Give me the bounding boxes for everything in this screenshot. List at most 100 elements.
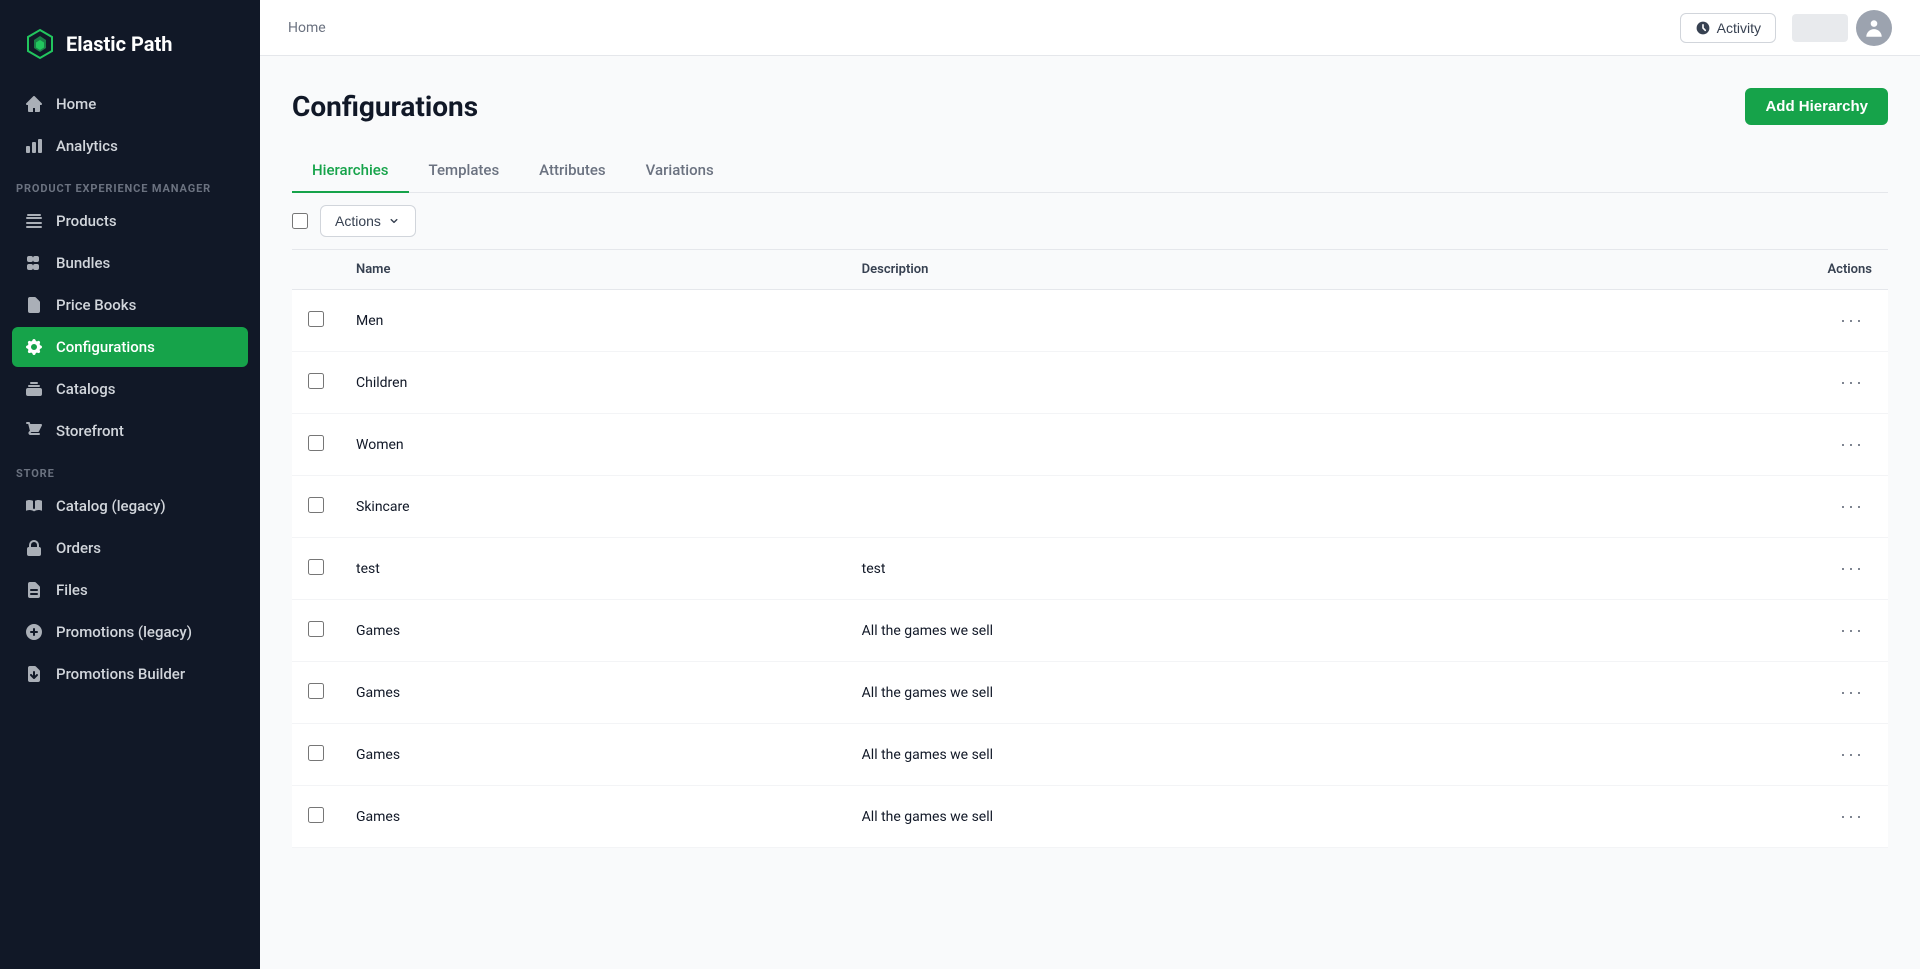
row-checkbox-5[interactable] <box>308 621 324 637</box>
row-checkbox-cell <box>292 662 340 724</box>
sidebar-item-orders[interactable]: Orders <box>12 528 248 568</box>
avatar-group <box>1792 10 1892 46</box>
table-header-row: Name Description Actions <box>292 250 1888 290</box>
chevron-down-icon <box>387 214 401 228</box>
tab-variations[interactable]: Variations <box>626 149 734 193</box>
actions-label: Actions <box>335 213 381 229</box>
add-hierarchy-button[interactable]: Add Hierarchy <box>1745 88 1888 125</box>
page-header: Configurations Add Hierarchy <box>292 88 1888 125</box>
sidebar-item-analytics-label: Analytics <box>56 137 118 155</box>
row-checkbox-0[interactable] <box>308 311 324 327</box>
avatar-icon <box>1863 17 1885 39</box>
select-all-checkbox[interactable] <box>292 213 308 229</box>
promotions-legacy-icon <box>24 622 44 642</box>
row-more-button-3[interactable]: ··· <box>1832 492 1872 521</box>
logo-text: Elastic Path <box>66 32 172 56</box>
row-more-button-5[interactable]: ··· <box>1832 616 1872 645</box>
row-more-button-1[interactable]: ··· <box>1832 368 1872 397</box>
promotions-builder-icon <box>24 664 44 684</box>
row-description-2 <box>846 414 1812 476</box>
row-actions-cell-7: ··· <box>1811 724 1888 786</box>
sidebar-item-price-books-label: Price Books <box>56 296 136 314</box>
table-row: Children ··· <box>292 352 1888 414</box>
sidebar-item-home[interactable]: Home <box>12 84 248 124</box>
content: Configurations Add Hierarchy Hierarchies… <box>260 56 1920 969</box>
row-more-button-6[interactable]: ··· <box>1832 678 1872 707</box>
hierarchies-table: Name Description Actions Men ··· Childre… <box>292 249 1888 848</box>
sidebar-item-catalog-legacy-label: Catalog (legacy) <box>56 497 166 515</box>
breadcrumb: Home <box>288 20 326 36</box>
row-name-2: Women <box>340 414 846 476</box>
table-row: Skincare ··· <box>292 476 1888 538</box>
page-title: Configurations <box>292 90 478 123</box>
activity-icon <box>1695 20 1711 36</box>
row-actions-cell-3: ··· <box>1811 476 1888 538</box>
row-checkbox-4[interactable] <box>308 559 324 575</box>
row-actions-cell-0: ··· <box>1811 290 1888 352</box>
row-actions-cell-1: ··· <box>1811 352 1888 414</box>
sidebar-item-promotions-legacy-label: Promotions (legacy) <box>56 623 192 641</box>
sidebar-item-products-label: Products <box>56 212 117 230</box>
table-row: Games All the games we sell ··· <box>292 662 1888 724</box>
row-description-5: All the games we sell <box>846 600 1812 662</box>
row-checkbox-2[interactable] <box>308 435 324 451</box>
row-description-3 <box>846 476 1812 538</box>
topbar-right: Activity <box>1680 10 1892 46</box>
sidebar-item-products[interactable]: Products <box>12 201 248 241</box>
row-actions-cell-5: ··· <box>1811 600 1888 662</box>
row-checkbox-7[interactable] <box>308 745 324 761</box>
row-name-5: Games <box>340 600 846 662</box>
sidebar-item-catalog-legacy[interactable]: Catalog (legacy) <box>12 486 248 526</box>
sidebar-item-bundles-label: Bundles <box>56 254 110 272</box>
main-content: Home Activity Configurations Add Hierar <box>260 0 1920 969</box>
sidebar-item-promotions-builder[interactable]: Promotions Builder <box>12 654 248 694</box>
th-checkbox <box>292 250 340 290</box>
files-icon <box>24 580 44 600</box>
tab-attributes[interactable]: Attributes <box>519 149 625 193</box>
configurations-icon <box>24 337 44 357</box>
row-actions-cell-4: ··· <box>1811 538 1888 600</box>
sidebar-item-files-label: Files <box>56 581 88 599</box>
sidebar-item-files[interactable]: Files <box>12 570 248 610</box>
row-more-button-4[interactable]: ··· <box>1832 554 1872 583</box>
row-more-button-2[interactable]: ··· <box>1832 430 1872 459</box>
sidebar-item-storefront[interactable]: Storefront <box>12 411 248 451</box>
row-checkbox-cell <box>292 290 340 352</box>
sidebar-item-catalogs[interactable]: Catalogs <box>12 369 248 409</box>
row-name-7: Games <box>340 724 846 786</box>
sidebar-item-bundles[interactable]: Bundles <box>12 243 248 283</box>
sidebar-item-promotions-legacy[interactable]: Promotions (legacy) <box>12 612 248 652</box>
row-checkbox-cell <box>292 352 340 414</box>
activity-label: Activity <box>1717 20 1761 36</box>
row-checkbox-3[interactable] <box>308 497 324 513</box>
activity-button[interactable]: Activity <box>1680 13 1776 43</box>
row-checkbox-8[interactable] <box>308 807 324 823</box>
th-actions: Actions <box>1811 250 1888 290</box>
th-description: Description <box>846 250 1812 290</box>
sidebar-item-configurations-label: Configurations <box>56 338 155 356</box>
th-name: Name <box>340 250 846 290</box>
avatar <box>1856 10 1892 46</box>
sidebar-item-price-books[interactable]: Price Books <box>12 285 248 325</box>
tab-templates[interactable]: Templates <box>409 149 520 193</box>
price-books-icon <box>24 295 44 315</box>
sidebar-nav-top: Home Analytics <box>0 84 260 166</box>
actions-button[interactable]: Actions <box>320 205 416 237</box>
tab-hierarchies[interactable]: Hierarchies <box>292 149 409 193</box>
row-description-0 <box>846 290 1812 352</box>
row-checkbox-6[interactable] <box>308 683 324 699</box>
analytics-icon <box>24 136 44 156</box>
sidebar-item-analytics[interactable]: Analytics <box>12 126 248 166</box>
section-store-label: STORE <box>0 451 260 486</box>
row-checkbox-1[interactable] <box>308 373 324 389</box>
row-more-button-8[interactable]: ··· <box>1832 802 1872 831</box>
row-name-4: test <box>340 538 846 600</box>
row-actions-cell-2: ··· <box>1811 414 1888 476</box>
bundles-icon <box>24 253 44 273</box>
sidebar-nav-store: Catalog (legacy) Orders Files Promotions… <box>0 486 260 694</box>
row-checkbox-cell <box>292 476 340 538</box>
row-more-button-7[interactable]: ··· <box>1832 740 1872 769</box>
logo: Elastic Path <box>0 0 260 84</box>
row-more-button-0[interactable]: ··· <box>1832 306 1872 335</box>
sidebar-item-configurations[interactable]: Configurations <box>12 327 248 367</box>
